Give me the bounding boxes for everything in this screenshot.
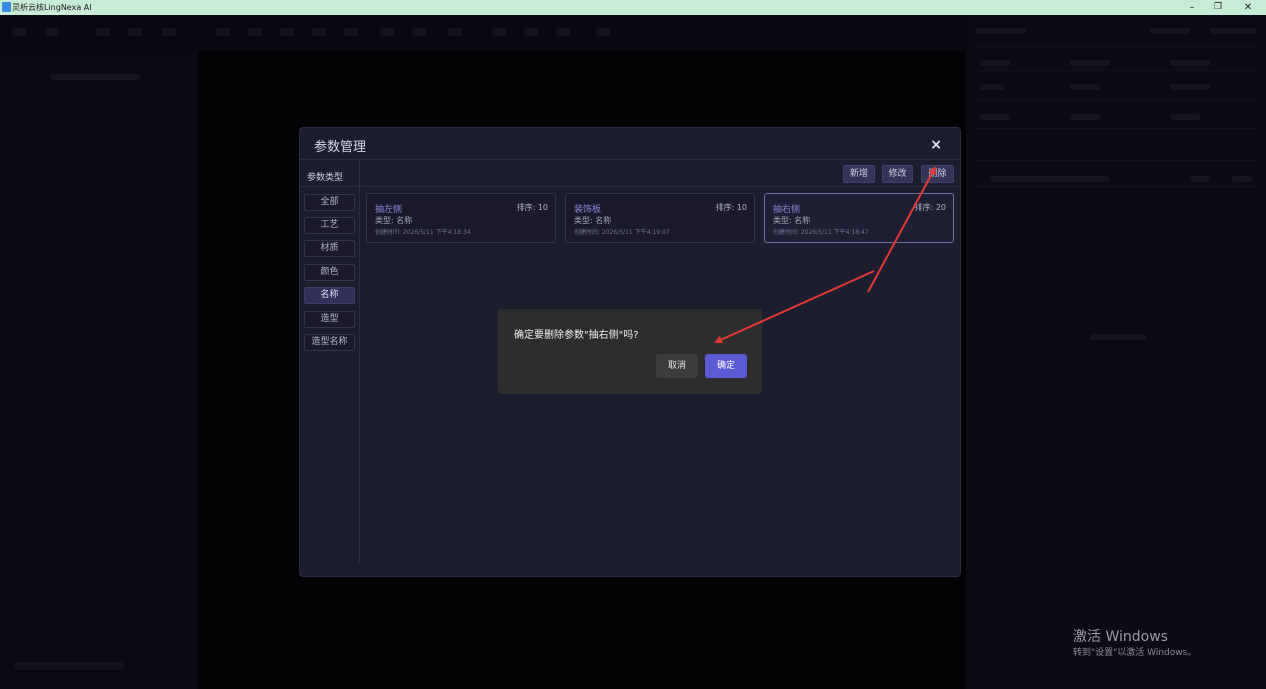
confirm-message: 确定要删除参数"抽右侧"吗? xyxy=(514,330,639,341)
card-sort: 排序: 20 xyxy=(914,203,946,212)
background-right-row xyxy=(976,128,1256,129)
confirm-delete-dialog: 确定要删除参数"抽右侧"吗? 取消 确定 xyxy=(498,309,762,394)
maximize-button[interactable]: ❐ xyxy=(1206,0,1230,15)
card-created-time: 创建时间: 2026/5/11 下午4:18:47 xyxy=(773,229,869,236)
background-toolbar-item xyxy=(448,28,462,36)
background-right-item xyxy=(1150,28,1190,34)
background-left-panel xyxy=(0,51,198,689)
background-toolbar-item xyxy=(96,28,110,36)
type-all-button[interactable]: 全部 xyxy=(304,194,355,211)
background-right-item xyxy=(1090,334,1146,340)
background-right-row xyxy=(976,70,1256,71)
confirm-button[interactable]: 确定 xyxy=(705,354,747,378)
divider xyxy=(361,186,961,187)
background-toolbar-item xyxy=(128,28,142,36)
background-right-item xyxy=(1070,84,1100,90)
edit-button[interactable]: 修改 xyxy=(882,165,913,183)
background-toolbar-item xyxy=(248,28,262,36)
background-toolbar-item xyxy=(12,28,26,36)
background-toolbar-item xyxy=(596,28,610,36)
type-shape-button[interactable]: 造型 xyxy=(304,311,355,328)
background-left-hint xyxy=(50,74,140,80)
activate-windows-hint: 转到"设置"以激活 Windows。 xyxy=(1073,648,1197,658)
background-right-item xyxy=(990,176,1110,182)
parameter-type-header: 参数类型 xyxy=(307,173,344,183)
window-titlebar: 灵析云核LingNexa AI – ❐ ✕ xyxy=(0,0,1266,15)
parameter-card-selected[interactable]: 抽右侧 排序: 20 类型: 名称 创建时间: 2026/5/11 下午4:18… xyxy=(764,193,954,243)
background-right-row xyxy=(976,46,1256,47)
background-right-row xyxy=(976,186,1256,187)
card-name: 抽右侧 xyxy=(773,205,801,215)
background-toolbar-item xyxy=(312,28,326,36)
background-toolbar-item xyxy=(344,28,358,36)
background-toolbar-item xyxy=(380,28,394,36)
type-material-button[interactable]: 材质 xyxy=(304,240,355,257)
parameter-type-list: 参数类型 全部 工艺 材质 颜色 名称 造型 造型名称 xyxy=(300,160,360,564)
activate-windows-watermark: 激活 Windows xyxy=(1073,629,1168,645)
background-right-item xyxy=(980,114,1010,120)
card-name: 抽左侧 xyxy=(375,205,403,215)
background-right-row xyxy=(976,160,1256,161)
delete-button[interactable]: 删除 xyxy=(921,165,954,183)
card-created-time: 创建时间: 2026/5/11 下午4:19:07 xyxy=(574,229,670,236)
type-craft-button[interactable]: 工艺 xyxy=(304,217,355,234)
background-right-item xyxy=(1232,176,1252,182)
window-close-button[interactable]: ✕ xyxy=(1236,0,1260,15)
dialog-header: 参数管理 × xyxy=(300,128,960,160)
cancel-button[interactable]: 取消 xyxy=(656,354,698,378)
minimize-button[interactable]: – xyxy=(1180,0,1204,15)
background-toolbar-item xyxy=(45,28,59,36)
background-right-item xyxy=(1210,28,1256,34)
card-created-time: 创建时间: 2026/5/11 下午4:18:34 xyxy=(375,229,471,236)
dialog-title: 参数管理 xyxy=(314,140,367,155)
app-icon xyxy=(2,2,11,12)
background-left-footer xyxy=(14,662,124,670)
parameter-card[interactable]: 装饰板 排序: 10 类型: 名称 创建时间: 2026/5/11 下午4:19… xyxy=(565,193,755,243)
background-toolbar-item xyxy=(492,28,506,36)
background-right-item xyxy=(980,84,1004,90)
background-toolbar-item xyxy=(162,28,176,36)
background-right-row xyxy=(976,100,1256,101)
dialog-close-icon[interactable]: × xyxy=(930,137,942,153)
type-name-button[interactable]: 名称 xyxy=(304,287,355,304)
parameter-card[interactable]: 抽左侧 排序: 10 类型: 名称 创建时间: 2026/5/11 下午4:18… xyxy=(366,193,556,243)
window-title: 灵析云核LingNexa AI xyxy=(12,3,92,12)
background-toolbar-item xyxy=(556,28,570,36)
card-sort: 排序: 10 xyxy=(516,203,548,212)
divider xyxy=(300,186,359,187)
card-type: 类型: 名称 xyxy=(574,216,612,225)
background-right-item xyxy=(1190,176,1210,182)
card-name: 装饰板 xyxy=(574,205,602,215)
background-right-panel xyxy=(966,15,1266,689)
background-right-item xyxy=(1170,114,1200,120)
background-toolbar-item xyxy=(280,28,294,36)
background-right-item xyxy=(980,60,1010,66)
card-type: 类型: 名称 xyxy=(773,216,811,225)
background-toolbar-item xyxy=(216,28,230,36)
type-shape-name-button[interactable]: 造型名称 xyxy=(304,334,355,351)
card-type: 类型: 名称 xyxy=(375,216,413,225)
background-toolbar-item xyxy=(412,28,426,36)
background-right-item xyxy=(1170,60,1210,66)
background-right-item xyxy=(1070,60,1110,66)
add-button[interactable]: 新增 xyxy=(843,165,875,183)
background-right-item xyxy=(1070,114,1100,120)
type-color-button[interactable]: 颜色 xyxy=(304,264,355,281)
background-toolbar-item xyxy=(524,28,538,36)
background-right-item xyxy=(1170,84,1210,90)
card-sort: 排序: 10 xyxy=(715,203,747,212)
background-right-item xyxy=(976,28,1026,34)
